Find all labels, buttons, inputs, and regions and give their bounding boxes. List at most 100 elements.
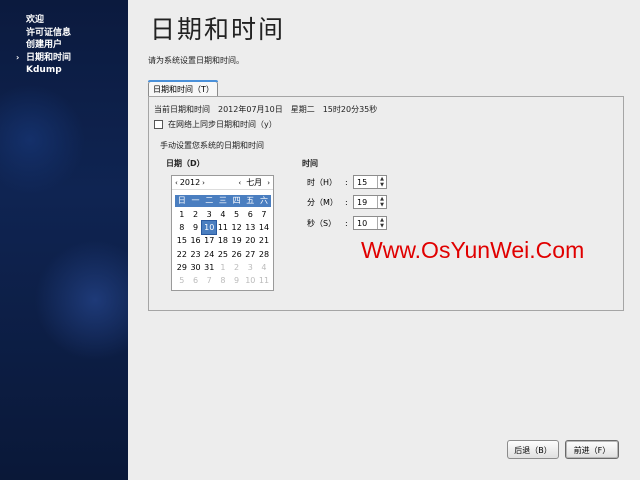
- network-sync-option[interactable]: 在网络上同步日期和时间（y）: [154, 119, 277, 130]
- calendar-week: 8 9 10 11 12 13 14: [175, 220, 271, 236]
- main-content: 日期和时间 请为系统设置日期和时间。 日期和时间（T） 当前日期和时间 2012…: [128, 0, 640, 480]
- calendar-day[interactable]: 14: [257, 221, 271, 234]
- calendar-day[interactable]: 4: [257, 261, 271, 274]
- calendar-day[interactable]: 28: [257, 248, 271, 261]
- calendar-day[interactable]: 18: [216, 234, 230, 247]
- calendar-week: 5 6 7 8 9 10 11: [175, 274, 271, 287]
- calendar-day-selected[interactable]: 10: [201, 220, 218, 236]
- calendar-day[interactable]: 8: [175, 221, 189, 234]
- time-section-label: 时间: [302, 159, 318, 168]
- calendar-day[interactable]: 7: [202, 274, 216, 287]
- sync-label: 在网络上同步日期和时间（y）: [168, 120, 277, 129]
- sidebar-item: 欢迎: [26, 14, 71, 27]
- second-colon: :: [345, 218, 348, 228]
- calendar-day[interactable]: 29: [175, 261, 189, 274]
- calendar-day[interactable]: 9: [230, 274, 244, 287]
- calendar-day[interactable]: 23: [189, 248, 203, 261]
- calendar-day[interactable]: 17: [202, 234, 216, 247]
- minute-label: 分（M）: [307, 197, 338, 207]
- calendar-day[interactable]: 27: [243, 248, 257, 261]
- spin-down-icon[interactable]: ▼: [378, 202, 386, 208]
- date-time-panel: 当前日期和时间 2012年07月10日 星期二 15时20分35秒 在网络上同步…: [148, 96, 624, 311]
- sidebar: 欢迎许可证信息创建用户 › 日期和时间 Kdump: [0, 0, 128, 480]
- sidebar-item: 许可证信息: [26, 27, 71, 40]
- hour-spinner[interactable]: 15 ▲ ▼: [353, 175, 387, 189]
- hour-row: 时（H） : 15 ▲ ▼: [307, 175, 387, 189]
- prev-month-icon[interactable]: ‹: [238, 179, 241, 187]
- hour-value[interactable]: 15: [354, 178, 377, 187]
- calendar-day[interactable]: 3: [243, 261, 257, 274]
- calendar-day[interactable]: 24: [202, 248, 216, 261]
- hour-label: 时（H）: [307, 177, 338, 187]
- sidebar-item-label: 创建用户: [26, 40, 63, 50]
- calendar-month: 七月: [246, 178, 263, 187]
- calendar-day[interactable]: 19: [230, 234, 244, 247]
- sidebar-item: › 日期和时间: [16, 52, 71, 65]
- sidebar-item-label: 欢迎: [26, 15, 45, 25]
- calendar-day[interactable]: 16: [189, 234, 203, 247]
- calendar-day[interactable]: 11: [216, 221, 230, 234]
- next-year-icon[interactable]: ›: [202, 179, 205, 187]
- minute-value[interactable]: 19: [354, 198, 377, 207]
- calendar-day[interactable]: 22: [175, 248, 189, 261]
- hour-colon: :: [345, 177, 348, 187]
- calendar-day[interactable]: 5: [175, 274, 189, 287]
- calendar-day[interactable]: 12: [230, 221, 244, 234]
- tab-date-time[interactable]: 日期和时间（T）: [148, 80, 218, 96]
- second-spinner[interactable]: 10 ▲ ▼: [353, 216, 387, 230]
- calendar-day[interactable]: 21: [257, 234, 271, 247]
- calendar-day[interactable]: 10: [243, 274, 257, 287]
- weekday-header: 日一二三四五六: [175, 195, 271, 208]
- back-button[interactable]: 后退（B）: [507, 440, 559, 459]
- calendar-day[interactable]: 5: [230, 208, 244, 221]
- next-month-icon[interactable]: ›: [267, 179, 270, 187]
- second-value[interactable]: 10: [354, 219, 377, 228]
- watermark: Www.OsYunWei.Com: [361, 237, 585, 263]
- spin-down-icon[interactable]: ▼: [378, 223, 386, 229]
- calendar-day[interactable]: 3: [202, 208, 216, 221]
- calendar-day[interactable]: 7: [257, 208, 271, 221]
- calendar-day[interactable]: 9: [189, 221, 203, 234]
- calendar-day[interactable]: 11: [257, 274, 271, 287]
- calendar-week: 22 23 24 25 26 27 28: [175, 248, 271, 261]
- calendar-day[interactable]: 8: [216, 274, 230, 287]
- calendar-day[interactable]: 2: [189, 208, 203, 221]
- calendar-day[interactable]: 6: [189, 274, 203, 287]
- calendar-year: 2012: [179, 178, 201, 187]
- calendar-day[interactable]: 25: [216, 248, 230, 261]
- calendar-day[interactable]: 20: [243, 234, 257, 247]
- calendar-day[interactable]: 31: [202, 261, 216, 274]
- second-label: 秒（S）: [307, 218, 337, 228]
- manual-set-label: 手动设置您系统的日期和时间: [160, 141, 264, 150]
- minute-colon: :: [345, 197, 348, 207]
- sidebar-item-label: 许可证信息: [26, 27, 72, 38]
- sidebar-item-label: Kdump: [26, 65, 62, 75]
- calendar-day[interactable]: 2: [230, 261, 244, 274]
- calendar-day[interactable]: 30: [189, 261, 203, 274]
- prev-year-icon[interactable]: ‹: [175, 179, 178, 187]
- spin-down-icon[interactable]: ▼: [378, 182, 386, 188]
- minute-spinner[interactable]: 19 ▲ ▼: [353, 195, 387, 209]
- calendar-day[interactable]: 15: [175, 234, 189, 247]
- calendar-day[interactable]: 4: [216, 208, 230, 221]
- next-button[interactable]: 前进（F）: [565, 440, 619, 459]
- weekday-label: 三: [216, 195, 230, 207]
- calendar-week: 15 16 17 18 19 20 21: [175, 234, 271, 247]
- page-title: 日期和时间: [150, 15, 286, 44]
- calendar-day[interactable]: 1: [216, 261, 230, 274]
- minute-row: 分（M） : 19 ▲ ▼: [307, 195, 387, 209]
- sidebar-steps: 欢迎许可证信息创建用户 › 日期和时间 Kdump: [16, 14, 71, 77]
- sync-checkbox[interactable]: [154, 120, 163, 129]
- date-section-label: 日期（D）: [166, 159, 205, 168]
- weekday-label: 六: [257, 195, 271, 207]
- calendar-day[interactable]: 26: [230, 248, 244, 261]
- calendar-day[interactable]: 6: [243, 208, 257, 221]
- calendar: ‹ 2012 › ‹ 七月 › 日一二三四五六 1 2 3 4 5 6 7 8 9 10 11 12 13…: [171, 175, 274, 291]
- calendar-week: 1234567: [175, 208, 271, 221]
- weekday-label: 一: [188, 195, 203, 207]
- sidebar-item: 创建用户: [26, 39, 71, 52]
- calendar-day[interactable]: 1: [175, 208, 189, 221]
- weekday-label: 四: [229, 195, 244, 207]
- second-row: 秒（S） : 10 ▲ ▼: [307, 216, 387, 230]
- calendar-day[interactable]: 13: [243, 221, 257, 234]
